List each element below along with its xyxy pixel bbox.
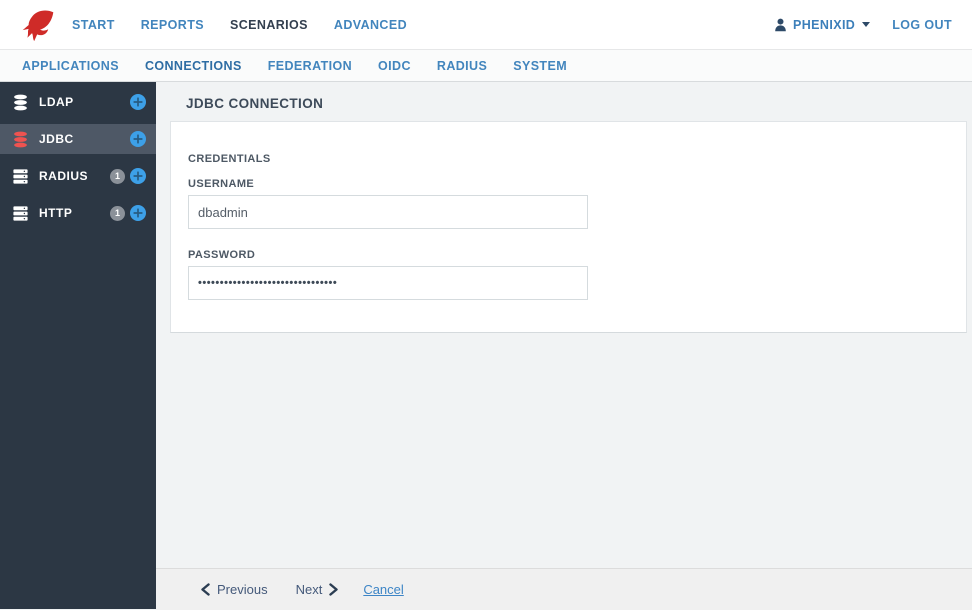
content-area: JDBC CONNECTION CREDENTIALS USERNAME PAS… <box>156 82 972 609</box>
sidebar-item-label: HTTP <box>39 206 73 220</box>
subnav-item-system[interactable]: SYSTEM <box>513 59 567 73</box>
secondary-nav: APPLICATIONS CONNECTIONS FEDERATION OIDC… <box>0 50 972 82</box>
credentials-panel: CREDENTIALS USERNAME PASSWORD <box>170 121 967 333</box>
nav-item-start[interactable]: START <box>72 18 115 32</box>
user-name: PHENIXID <box>793 17 856 32</box>
next-button[interactable]: Next <box>296 582 340 597</box>
subnav-item-applications[interactable]: APPLICATIONS <box>22 59 119 73</box>
username-label: USERNAME <box>188 178 255 190</box>
sidebar-item-label: RADIUS <box>39 169 89 183</box>
server-icon <box>12 204 30 222</box>
plus-circle-icon[interactable] <box>130 131 146 147</box>
database-icon <box>12 93 30 111</box>
username-field-group: USERNAME <box>188 178 966 229</box>
topnav-right: PHENIXID LOG OUT <box>773 17 952 33</box>
sidebar-item-radius[interactable]: RADIUS 1 <box>0 161 156 191</box>
sidebar-item-ldap[interactable]: LDAP <box>0 87 156 117</box>
user-menu[interactable]: PHENIXID <box>773 17 871 33</box>
server-icon <box>12 167 30 185</box>
chevron-left-icon <box>201 583 210 596</box>
sidebar-item-jdbc[interactable]: JDBC <box>0 124 156 154</box>
phoenix-logo-icon <box>22 9 54 41</box>
page-title: JDBC CONNECTION <box>186 96 324 111</box>
next-label: Next <box>295 582 323 597</box>
phoenix-logo[interactable] <box>20 7 56 43</box>
plus-circle-icon[interactable] <box>130 205 146 221</box>
count-badge: 1 <box>110 205 125 221</box>
password-field-group: PASSWORD <box>188 249 966 300</box>
sidebar-item-label: LDAP <box>39 95 74 109</box>
connections-sidebar: LDAP JDBC RADIUS 1 HTTP 1 <box>0 82 156 609</box>
sidebar-item-http[interactable]: HTTP 1 <box>0 198 156 228</box>
subnav-item-federation[interactable]: FEDERATION <box>268 59 352 73</box>
username-input[interactable] <box>188 195 588 229</box>
nav-item-advanced[interactable]: ADVANCED <box>334 18 407 32</box>
section-title: CREDENTIALS <box>188 153 271 165</box>
sidebar-item-label: JDBC <box>39 132 74 146</box>
count-badge: 1 <box>110 168 125 184</box>
nav-item-reports[interactable]: REPORTS <box>141 18 204 32</box>
top-navbar: START REPORTS SCENARIOS ADVANCED PHENIXI… <box>0 0 972 50</box>
user-icon <box>775 18 786 31</box>
database-icon <box>12 130 30 148</box>
primary-nav: START REPORTS SCENARIOS ADVANCED <box>72 18 407 32</box>
subnav-item-radius[interactable]: RADIUS <box>437 59 487 73</box>
subnav-item-connections[interactable]: CONNECTIONS <box>145 59 242 73</box>
password-label: PASSWORD <box>188 249 256 261</box>
chevron-right-icon <box>329 583 339 596</box>
plus-circle-icon[interactable] <box>130 168 146 184</box>
wizard-footer: Previous Next Cancel <box>156 568 972 610</box>
plus-circle-icon[interactable] <box>130 94 146 110</box>
cancel-link[interactable]: Cancel <box>363 582 403 597</box>
password-input[interactable] <box>188 266 588 300</box>
logout-button[interactable]: LOG OUT <box>892 18 952 32</box>
caret-down-icon <box>862 22 871 27</box>
previous-button[interactable]: Previous <box>200 582 268 597</box>
previous-label: Previous <box>217 582 268 597</box>
nav-item-scenarios[interactable]: SCENARIOS <box>230 18 308 32</box>
subnav-item-oidc[interactable]: OIDC <box>378 59 411 73</box>
